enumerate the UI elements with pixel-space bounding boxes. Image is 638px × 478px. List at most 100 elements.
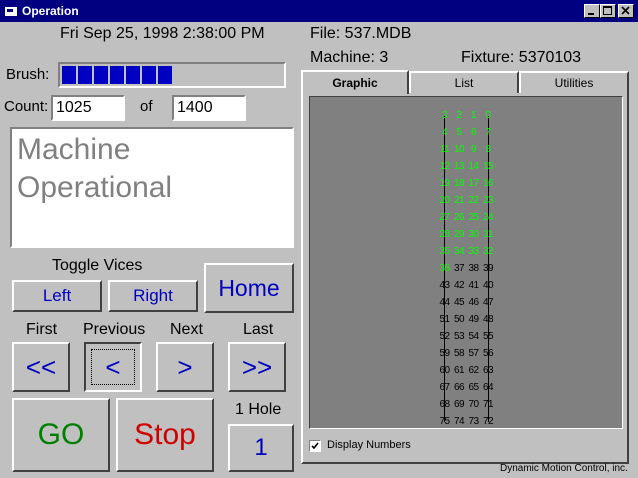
maximize-button[interactable] — [600, 4, 616, 18]
left-vice-button[interactable]: Left — [12, 280, 102, 312]
hole-number: 74 — [453, 416, 465, 427]
hole-number: 31 — [482, 229, 494, 240]
hole-number: 16 — [482, 178, 494, 189]
hole-label: 1 Hole — [235, 401, 282, 418]
first-button[interactable]: << — [12, 342, 70, 392]
home-button[interactable]: Home — [204, 263, 294, 313]
hole-number: 12 — [439, 161, 450, 172]
tab-panel: 3 2 1 0 4 5 6 7 11 10 9 8 12 13 14 15 19 18 17 16 20 21 22 23 27… — [301, 93, 629, 464]
hole-number: 61 — [453, 365, 465, 376]
hole-number: 17 — [468, 178, 479, 189]
hole-number: 21 — [453, 195, 465, 206]
hole-number: 72 — [482, 416, 494, 427]
hole-number: 27 — [439, 212, 450, 223]
hole-number: 32 — [482, 246, 494, 257]
hole-number: 67 — [439, 382, 450, 393]
hole-number: 41 — [468, 280, 479, 291]
hole-number: 59 — [439, 348, 450, 359]
previous-button[interactable]: < — [84, 342, 142, 392]
hole-number: 44 — [439, 297, 450, 308]
hole-number: 25 — [468, 212, 479, 223]
hole-number: 73 — [468, 416, 479, 427]
hole-number: 23 — [482, 195, 494, 206]
hole-number: 29 — [453, 229, 465, 240]
hole-number: 11 — [439, 144, 450, 155]
hole-number: 63 — [482, 365, 494, 376]
tab-utilities[interactable]: Utilities — [519, 71, 629, 93]
stop-button[interactable]: Stop — [116, 398, 214, 472]
hole-number: 26 — [453, 212, 465, 223]
footer-credit: Dynamic Motion Control, inc. — [500, 463, 628, 474]
hole-number: 68 — [439, 399, 450, 410]
brush-label: Brush: — [6, 66, 50, 83]
hole-number: 75 — [439, 416, 450, 427]
hole-number: 65 — [468, 382, 479, 393]
hole-number: 64 — [482, 382, 494, 393]
hole-number: 48 — [482, 314, 494, 325]
maximize-icon — [603, 6, 612, 15]
brush-progress-bar — [58, 62, 286, 88]
title-bar: Operation — [0, 0, 638, 22]
machine-label: Machine: 3 — [310, 49, 389, 66]
hole-number: 55 — [482, 331, 494, 342]
hole-number: 6 — [470, 127, 477, 138]
hole-number: 38 — [468, 263, 479, 274]
right-vice-button[interactable]: Right — [108, 280, 198, 312]
last-button[interactable]: >> — [228, 342, 286, 392]
go-button[interactable]: GO — [12, 398, 110, 472]
hole-number: 35 — [439, 246, 450, 257]
hole-number: 52 — [439, 331, 450, 342]
file-label: File: 537.MDB — [310, 25, 412, 42]
next-label: Next — [170, 321, 203, 338]
brush-segment — [62, 66, 76, 84]
hole-number: 34 — [453, 246, 465, 257]
hole-number: 62 — [468, 365, 479, 376]
hole-number: 57 — [468, 348, 479, 359]
previous-label: Previous — [83, 321, 146, 338]
next-button[interactable]: > — [156, 342, 214, 392]
hole-number: 51 — [439, 314, 450, 325]
hole-number: 69 — [453, 399, 465, 410]
hole-button[interactable]: 1 — [228, 424, 294, 472]
total-field[interactable]: 1400 — [172, 95, 246, 121]
fixture-graphic: 3 2 1 0 4 5 6 7 11 10 9 8 12 13 14 15 19 18 17 16 20 21 22 23 27… — [309, 96, 623, 429]
status-line-1: Machine — [17, 133, 131, 166]
window-title: Operation — [22, 4, 79, 18]
hole-number: 24 — [482, 212, 494, 223]
hole-number: 28 — [439, 229, 450, 240]
hole-number: 22 — [468, 195, 479, 206]
hole-number: 66 — [453, 382, 465, 393]
close-button[interactable] — [618, 4, 634, 18]
hole-number: 4 — [441, 127, 448, 138]
toggle-vices-label: Toggle Vices — [52, 257, 143, 274]
hole-number: 5 — [456, 127, 462, 138]
hole-number: 60 — [439, 365, 450, 376]
hole-number: 39 — [482, 263, 494, 274]
count-label: Count: — [4, 98, 49, 115]
tab-list[interactable]: List — [409, 71, 519, 93]
brush-segment — [142, 66, 156, 84]
hole-number: 2 — [456, 110, 462, 121]
datetime-label: Fri Sep 25, 1998 2:38:00 PM — [60, 25, 265, 42]
hole-number: 20 — [439, 195, 450, 206]
hole-number: 54 — [468, 331, 479, 342]
display-numbers-checkbox[interactable] — [309, 440, 321, 452]
hole-number: 3 — [441, 110, 448, 121]
minimize-button[interactable] — [584, 4, 600, 18]
hole-number: 37 — [453, 263, 465, 274]
minimize-icon — [588, 13, 594, 15]
hole-number: 42 — [453, 280, 465, 291]
status-line-2: Operational — [17, 171, 173, 204]
hole-number: 19 — [439, 178, 450, 189]
hole-number: 56 — [482, 348, 494, 359]
app-icon — [4, 4, 18, 18]
close-icon — [621, 6, 630, 15]
hole-number: 30 — [468, 229, 479, 240]
hole-number: 33 — [468, 246, 479, 257]
tab-graphic[interactable]: Graphic — [301, 70, 409, 94]
count-field[interactable]: 1025 — [51, 95, 125, 121]
brush-segment — [158, 66, 172, 84]
hole-number: 18 — [453, 178, 465, 189]
display-numbers-label: Display Numbers — [327, 439, 411, 451]
hole-number: 49 — [468, 314, 479, 325]
